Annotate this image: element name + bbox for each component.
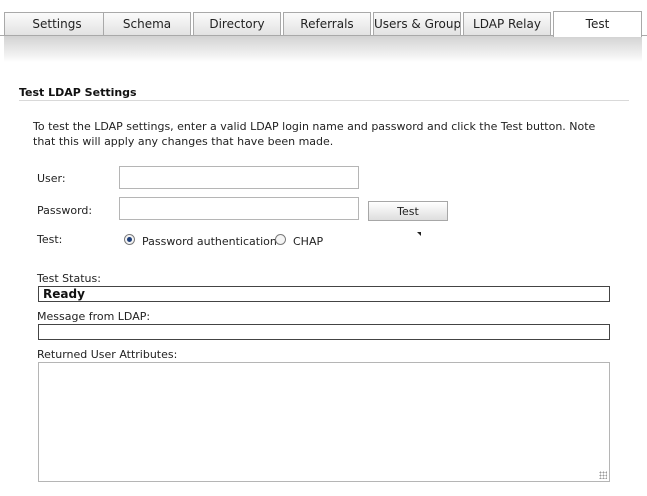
intro-text: To test the LDAP settings, enter a valid… (33, 120, 596, 148)
test-status-label: Test Status: (37, 272, 101, 285)
tab-schema[interactable]: Schema (103, 12, 191, 35)
chap-label[interactable]: CHAP (293, 235, 323, 248)
ldap-message-label: Message from LDAP: (37, 310, 151, 323)
cursor-mark (417, 232, 421, 236)
test-method-label: Test: (37, 233, 63, 246)
resize-grip-icon[interactable] (599, 471, 607, 479)
password-label: Password: (37, 204, 93, 217)
returned-attributes-label: Returned User Attributes: (37, 348, 178, 361)
tab-directory[interactable]: Directory (193, 12, 281, 35)
password-auth-radio[interactable] (124, 234, 135, 245)
toolbar-band (4, 36, 642, 62)
section-title: Test LDAP Settings (19, 86, 137, 99)
tab-users-groups[interactable]: Users & Groups (373, 12, 461, 35)
ldap-message-field (38, 324, 610, 340)
user-input[interactable] (119, 166, 359, 189)
user-label: User: (37, 172, 66, 185)
returned-attributes-area[interactable] (38, 362, 610, 482)
test-button[interactable]: Test (368, 201, 448, 221)
tab-referrals[interactable]: Referrals (283, 12, 371, 35)
password-auth-label[interactable]: Password authentication (142, 235, 277, 248)
tab-bar: Settings Schema Directory Referrals User… (0, 0, 647, 37)
test-status-field: Ready (38, 286, 610, 302)
tab-test[interactable]: Test (553, 11, 642, 37)
tab-ldap-relay[interactable]: LDAP Relay (463, 12, 551, 35)
section-divider (19, 100, 629, 101)
chap-radio[interactable] (275, 234, 286, 245)
password-input[interactable] (119, 197, 359, 220)
tab-settings[interactable]: Settings (4, 12, 110, 35)
